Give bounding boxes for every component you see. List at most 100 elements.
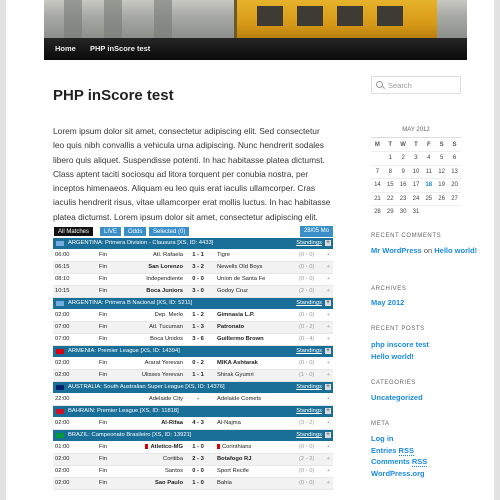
calendar-day-link[interactable]: 18 [422, 178, 436, 192]
match-row[interactable]: 02:00 Fin Ulisses Yerevan 1 - 1 Shirak Gyumr… [53, 370, 333, 382]
weekday-header: S [439, 141, 444, 148]
away-team-label: Botafogo RJ [217, 456, 252, 462]
calendar-caption: MAY 2012 [402, 127, 430, 133]
match-row[interactable]: 07:00 Fin Atl. Tucuman 1 - 3 Patronato (0 - 2… [53, 322, 333, 334]
home-team-label: Sao Paulo [154, 480, 183, 486]
expand-icon[interactable]: + [325, 300, 331, 306]
match-row[interactable]: 02:00 Fin Sao Paulo 1 - 0 Bahia (0 - 0) + [53, 478, 333, 490]
match-row[interactable]: 02:00 Fin Dep. Merlo 1 - 2 Gimnasia L.P. (0 -… [53, 310, 333, 322]
calendar-day: 26 [435, 191, 449, 206]
away-team: Shirak Gyumri [217, 370, 254, 381]
calendar-day: 27 [448, 191, 461, 206]
calendar-week: 7 8 9 10 11 12 13 [371, 164, 461, 179]
home-team: Boca Juniors [53, 286, 183, 297]
select-match-icon[interactable]: + [327, 250, 330, 261]
calendar-day: 4 [422, 151, 436, 165]
weekday-header: T [414, 141, 418, 148]
select-match-icon[interactable]: + [327, 262, 330, 273]
expand-icon[interactable]: + [325, 408, 331, 414]
select-match-icon[interactable]: + [327, 274, 330, 285]
search-input[interactable]: Search [388, 77, 412, 94]
match-row[interactable]: 02:00 Fin Al-Rifaa 4 - 3 Al-Najma (3 - 2) + [53, 418, 333, 430]
expand-icon[interactable]: + [325, 240, 331, 246]
weekday-header: M [374, 141, 380, 148]
tab-live[interactable]: LIVE [99, 226, 123, 237]
weekday-header: S [452, 141, 457, 148]
away-team: Corinthians [217, 442, 251, 453]
match-row[interactable]: 10:15 Fin Boca Juniors 3 - 0 Godoy Cruz (2 - … [53, 286, 333, 298]
country-flag-icon [56, 409, 64, 414]
match-row[interactable]: 02:00 Fin Coritiba 2 - 3 Botafogo RJ (2 - 2) + [53, 454, 333, 466]
meta-login-link[interactable]: Log in [371, 433, 427, 445]
select-match-icon[interactable]: + [327, 442, 330, 453]
standings-link[interactable]: Standings [296, 238, 322, 249]
comment-post-link[interactable]: Hello world! [434, 246, 477, 255]
expand-icon[interactable]: + [325, 384, 331, 390]
select-match-icon[interactable]: + [327, 394, 330, 405]
standings-link[interactable]: Standings [296, 430, 322, 441]
category-link[interactable]: Uncategorized [371, 392, 423, 404]
away-team: Union de Santa Fe [217, 274, 265, 285]
match-row[interactable]: 22:00 Adelaide City - Adelaide Comets + [53, 394, 333, 406]
main-nav: Home PHP inScore test [44, 38, 467, 60]
match-row[interactable]: 06:00 Fin Atl. Rafaela 1 - 1 Tigre (0 - 0) + [53, 250, 333, 262]
away-team: Gimnasia L.P. [217, 310, 255, 321]
post-body: Lorem ipsum dolor sit amet, consectetur … [53, 126, 331, 222]
weekday-header: W [400, 141, 406, 148]
away-team: Adelaide Comets [217, 394, 261, 405]
archives-list: May 2012 [371, 297, 404, 309]
select-match-icon[interactable]: + [327, 454, 330, 465]
halftime-score: (0 - 0) [299, 468, 315, 474]
select-match-icon[interactable]: + [327, 466, 330, 477]
nav-current-page[interactable]: PHP inScore test [90, 38, 150, 60]
away-team-label: MIKA Ashtarak [217, 360, 258, 366]
select-match-icon[interactable]: + [327, 478, 330, 489]
select-match-icon[interactable]: + [327, 310, 330, 321]
tab-odds[interactable]: Odds [123, 226, 148, 237]
match-row[interactable]: 08:10 Fin Independiente 0 - 0 Union de Santa… [53, 274, 333, 286]
search-box[interactable]: Search [371, 76, 461, 94]
recent-post-link[interactable]: php inscore test [371, 339, 429, 351]
match-row[interactable]: 06:15 Fin San Lorenzo 3 - 2 Newells Old Boys… [53, 262, 333, 274]
calendar-header-row: MTWTFSS [371, 138, 461, 152]
away-team: Guillermo Brown [217, 334, 264, 345]
expand-icon[interactable]: + [325, 348, 331, 354]
standings-link[interactable]: Standings [296, 382, 322, 393]
meta-comments-rss-link[interactable]: Comments RSS [371, 456, 428, 468]
standings-link[interactable]: Standings [296, 346, 322, 357]
match-row[interactable]: 02:00 Fin Ararat Yerevan 0 - 2 MIKA Ashtarak… [53, 358, 333, 370]
tab-selected[interactable]: Selected (0) [148, 226, 191, 237]
date-selector[interactable]: 28/05 Mo [299, 226, 333, 237]
standings-link[interactable]: Standings [296, 406, 322, 417]
away-team-label: Newells Old Boys [217, 264, 263, 270]
calendar-day: 5 [435, 151, 449, 165]
nav-home[interactable]: Home [55, 38, 76, 60]
meta-entries-rss-link[interactable]: Entries RSS [371, 445, 427, 457]
match-row[interactable]: 01:00 Fin Atletico-MG 1 - 0 Corinthians (0 - … [53, 442, 333, 454]
expand-icon[interactable]: + [325, 432, 331, 438]
comment-author-link[interactable]: Mr WordPress [371, 246, 422, 255]
recent-post-link[interactable]: Hello world! [371, 351, 429, 363]
meta-wordpress-link[interactable]: WordPress.org [371, 468, 427, 480]
match-row[interactable]: 07:00 Fin Boca Unidos 3 - 6 Guillermo Brown(… [53, 334, 333, 346]
tab-all-matches[interactable]: All Matches [53, 226, 95, 237]
select-match-icon[interactable]: + [327, 418, 330, 429]
calendar-day: 28 [371, 205, 384, 219]
calendar-day: 13 [448, 164, 461, 179]
away-team-label: Sport Recife [217, 468, 249, 474]
select-match-icon[interactable]: + [327, 334, 330, 345]
archive-link[interactable]: May 2012 [371, 297, 404, 309]
select-match-icon[interactable]: + [327, 322, 330, 333]
select-match-icon[interactable]: + [327, 370, 330, 381]
match-score: 0 - 2 [192, 360, 204, 366]
home-team-label: Atletico-MG [150, 444, 183, 450]
calendar-day [371, 151, 384, 165]
select-match-icon[interactable]: + [327, 286, 330, 297]
standings-link[interactable]: Standings [296, 298, 322, 309]
league-name: BAHRAIN: Premier League [XS, ID: 11818] [68, 408, 179, 414]
select-match-icon[interactable]: + [327, 358, 330, 369]
calendar-day: 20 [448, 178, 461, 192]
weekday-header: T [388, 141, 393, 148]
recent-posts-title: RECENT POSTS [371, 326, 425, 332]
match-row[interactable]: 02:00 Fin Santos 0 - 0 Sport Recife (0 - 0) + [53, 466, 333, 478]
